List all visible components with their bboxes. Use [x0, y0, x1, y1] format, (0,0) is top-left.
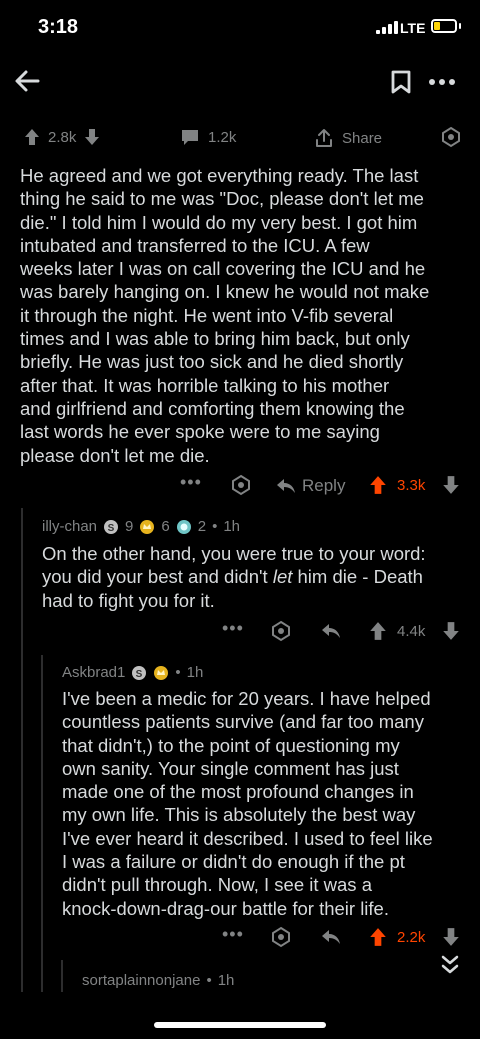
platinum-award-icon: [176, 519, 191, 534]
reply1-author[interactable]: illy-chan: [42, 518, 97, 535]
comment-main-actions: ••• Reply 3.3k: [0, 470, 480, 500]
more-horizontal-icon[interactable]: [428, 78, 456, 86]
signal-icon: [376, 21, 398, 34]
status-bar: 3:18 LTE: [0, 0, 480, 60]
comment-main-score: 3.3k: [397, 477, 426, 494]
comment-body-main: He agreed and we got everything ready. T…: [20, 165, 430, 466]
bookmark-icon[interactable]: [390, 70, 412, 94]
post-action-bar: 2.8k 1.2k Share: [0, 120, 480, 156]
bottom-fade: [0, 992, 480, 1039]
post-comments-button[interactable]: 1.2k: [180, 128, 236, 146]
more-dots-icon[interactable]: •••: [222, 618, 244, 639]
reply-arrow-icon[interactable]: [320, 623, 342, 639]
reply1-award2-count: 6: [161, 518, 170, 535]
svg-text:S: S: [108, 523, 115, 534]
post-share-button[interactable]: Share: [314, 128, 382, 148]
more-dots-icon[interactable]: •••: [180, 472, 202, 493]
silver-award-icon: S: [104, 519, 119, 534]
thread-line-level-1: [21, 508, 23, 1038]
award-icon[interactable]: [270, 926, 292, 948]
award-icon[interactable]: [440, 126, 462, 148]
reply3-meta: sortaplainnonjane • 1h: [82, 972, 234, 989]
reply-arrow-icon: [277, 479, 295, 493]
arrow-left-icon[interactable]: [14, 68, 40, 94]
reply1-meta: illy-chan S 9 6 2 • 1h: [42, 518, 240, 535]
reply-label: Reply: [302, 476, 346, 495]
meta-separator: •: [206, 972, 212, 989]
upvote-arrow-icon[interactable]: [24, 128, 40, 146]
reply3-author[interactable]: sortaplainnonjane: [82, 972, 200, 989]
reply1-award3-count: 2: [197, 518, 207, 535]
reply1-award1-count: 9: [125, 518, 134, 535]
gold-award-icon: [154, 665, 169, 680]
more-dots-icon[interactable]: •••: [222, 924, 244, 945]
reply2-body: I've been a medic for 20 years. I have h…: [62, 688, 433, 919]
reply2-score: 2.2k: [397, 929, 426, 946]
svg-text:S: S: [136, 669, 143, 680]
post-comment-count: 1.2k: [208, 128, 237, 146]
home-indicator[interactable]: [154, 1022, 326, 1028]
reply2-meta: Askbrad1 S • 1h: [62, 664, 203, 681]
post-vote-group: 2.8k: [24, 128, 100, 146]
downvote-arrow-icon[interactable]: [442, 475, 460, 495]
reply1-body: On the other hand, you were true to your…: [42, 542, 472, 612]
downvote-arrow-icon[interactable]: [84, 128, 100, 146]
reply1-score: 4.4k: [397, 623, 426, 640]
downvote-arrow-icon[interactable]: [442, 927, 460, 947]
reply-arrow-icon[interactable]: [320, 929, 342, 945]
comment-icon: [182, 130, 198, 145]
silver-award-icon: S: [132, 665, 147, 680]
reply1-text-italic: let: [272, 566, 293, 588]
share-icon: [316, 129, 332, 147]
upvote-arrow-icon[interactable]: [368, 927, 388, 947]
battery-tip: [459, 23, 461, 29]
reply1-time: 1h: [223, 518, 241, 535]
reply2-actions: ••• 2.2k: [0, 922, 480, 952]
meta-separator: •: [212, 518, 218, 535]
reply2-time: 1h: [186, 664, 204, 681]
downvote-arrow-icon[interactable]: [442, 621, 460, 641]
reply1-actions: ••• 4.4k: [0, 616, 480, 646]
reply3-time: 1h: [217, 972, 235, 989]
award-icon[interactable]: [230, 474, 252, 496]
share-label: Share: [342, 129, 383, 147]
battery-icon: [431, 19, 457, 33]
meta-separator: •: [175, 664, 181, 681]
upvote-arrow-icon[interactable]: [368, 621, 388, 641]
upvote-arrow-icon[interactable]: [368, 475, 388, 495]
reply-button[interactable]: Reply: [276, 476, 345, 496]
thread-line-level-2: [41, 655, 43, 1038]
network-label: LTE: [400, 20, 426, 36]
collapse-thread-icon[interactable]: [440, 954, 460, 976]
gold-award-icon: [140, 519, 155, 534]
post-upvote-count: 2.8k: [48, 128, 77, 146]
status-time: 3:18: [38, 16, 79, 38]
award-icon[interactable]: [270, 620, 292, 642]
reply2-author[interactable]: Askbrad1: [62, 664, 125, 681]
